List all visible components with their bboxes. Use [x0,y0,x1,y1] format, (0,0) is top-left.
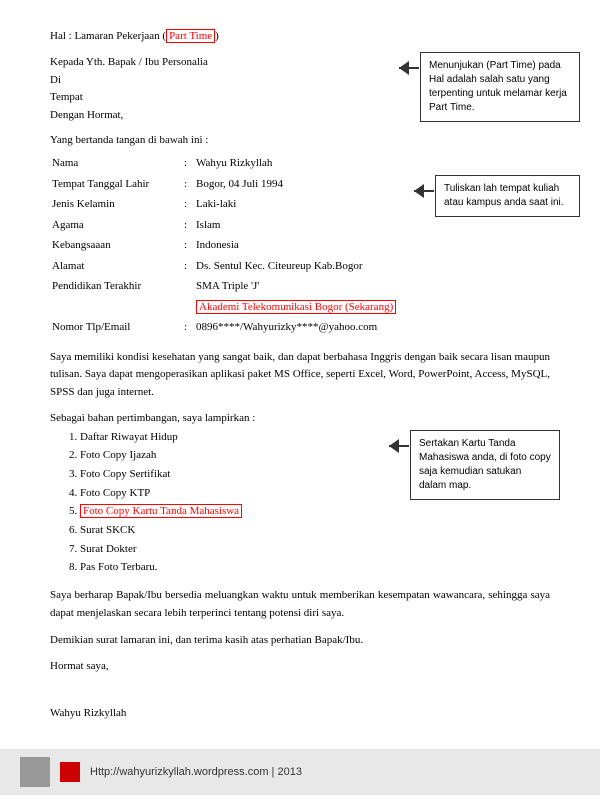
table-row: Agama : Islam [52,216,396,235]
field-value: Bogor, 04 Juli 1994 [196,175,396,194]
field-label: Pendidikan Terakhir [52,277,182,296]
letter-body: Hal : Lamaran Pekerjaan (Part Time) Kepa… [0,0,600,739]
part-time-highlight: Part Time [166,29,215,43]
field-label: Nomor Tlp/Email [52,318,182,337]
hormat-label: Hormat saya, [50,660,550,672]
field-label: Jenis Kelamin [52,195,182,214]
akademi-highlight: Akademi Telekomunikasi Bogor (Sekarang) [196,300,396,314]
paragraph1: Saya memiliki kondisi kesehatan yang san… [50,349,550,402]
list-item-highlight-ktm: Foto Copy Kartu Tanda Mahasiswa [80,502,550,521]
yang-bertanda: Yang bertanda tangan di bawah ini : [50,134,550,146]
table-row: Nama : Wahyu Rizkyllah [52,154,396,173]
field-label [52,298,182,317]
list-item: Surat SKCK [80,521,550,540]
paragraph2: Saya berharap Bapak/Ibu bersedia meluang… [50,587,550,622]
field-label: Alamat [52,257,182,276]
list-item: Surat Dokter [80,540,550,559]
field-colon [184,277,194,296]
hal-label: Hal : Lamaran Pekerjaan [50,30,160,42]
field-colon: : [184,318,194,337]
field-value: SMA Triple 'J' [196,277,396,296]
field-label: Agama [52,216,182,235]
table-row: Kebangsaaan : Indonesia [52,236,396,255]
field-value: Laki-laki [196,195,396,214]
field-value-akademi: Akademi Telekomunikasi Bogor (Sekarang) [196,298,396,317]
field-value: 0896****/Wahyurizky****@yahoo.com [196,318,396,337]
table-row: Akademi Telekomunikasi Bogor (Sekarang) [52,298,396,317]
field-colon: : [184,216,194,235]
footer-grey-icon [20,757,50,787]
field-colon: : [184,195,194,214]
table-row: Tempat Tanggal Lahir : Bogor, 04 Juli 19… [52,175,396,194]
table-row: Nomor Tlp/Email : 0896****/Wahyurizky***… [52,318,396,337]
callout3-text: Sertakan Kartu Tanda Mahasiswa anda, di … [419,438,551,491]
callout2-text: Tuliskan lah tempat kuliah atau kampus a… [444,183,564,208]
info-table: Nama : Wahyu Rizkyllah Tempat Tanggal La… [50,152,398,339]
field-value: Indonesia [196,236,396,255]
page: Hal : Lamaran Pekerjaan (Part Time) Kepa… [0,0,600,800]
ktm-highlight: Foto Copy Kartu Tanda Mahasiswa [80,504,242,518]
field-colon: : [184,154,194,173]
footer-bar: Http://wahyurizkyllah.wordpress.com | 20… [0,749,600,795]
field-value: Wahyu Rizkyllah [196,154,396,173]
callout1-text: Menunjukan (Part Time) pada Hal adalah s… [429,60,567,113]
table-row: Jenis Kelamin : Laki-laki [52,195,396,214]
field-label: Tempat Tanggal Lahir [52,175,182,194]
field-colon [184,298,194,317]
hal-line: Hal : Lamaran Pekerjaan (Part Time) [50,30,550,42]
field-colon: : [184,175,194,194]
table-row: Alamat : Ds. Sentul Kec. Citeureup Kab.B… [52,257,396,276]
table-row: Pendidikan Terakhir SMA Triple 'J' [52,277,396,296]
list-item: Pas Foto Terbaru. [80,558,550,577]
field-colon: : [184,236,194,255]
field-value: Islam [196,216,396,235]
hormat-section: Hormat saya, Wahyu Rizkyllah [50,660,550,719]
footer-url: Http://wahyurizkyllah.wordpress.com | 20… [90,766,302,778]
field-colon: : [184,257,194,276]
callout-part-time: Menunjukan (Part Time) pada Hal adalah s… [420,52,580,122]
footer-red-icon [60,762,80,782]
field-label: Kebangsaaan [52,236,182,255]
field-label: Nama [52,154,182,173]
sebagai-line: Sebagai bahan pertimbangan, saya lampirk… [50,412,550,424]
signature-name: Wahyu Rizkyllah [50,707,550,719]
callout-ktm: Sertakan Kartu Tanda Mahasiswa anda, di … [410,430,560,500]
field-value: Ds. Sentul Kec. Citeureup Kab.Bogor [196,257,396,276]
callout-akademi: Tuliskan lah tempat kuliah atau kampus a… [435,175,580,217]
paragraph3: Demikian surat lamaran ini, dan terima k… [50,632,550,650]
